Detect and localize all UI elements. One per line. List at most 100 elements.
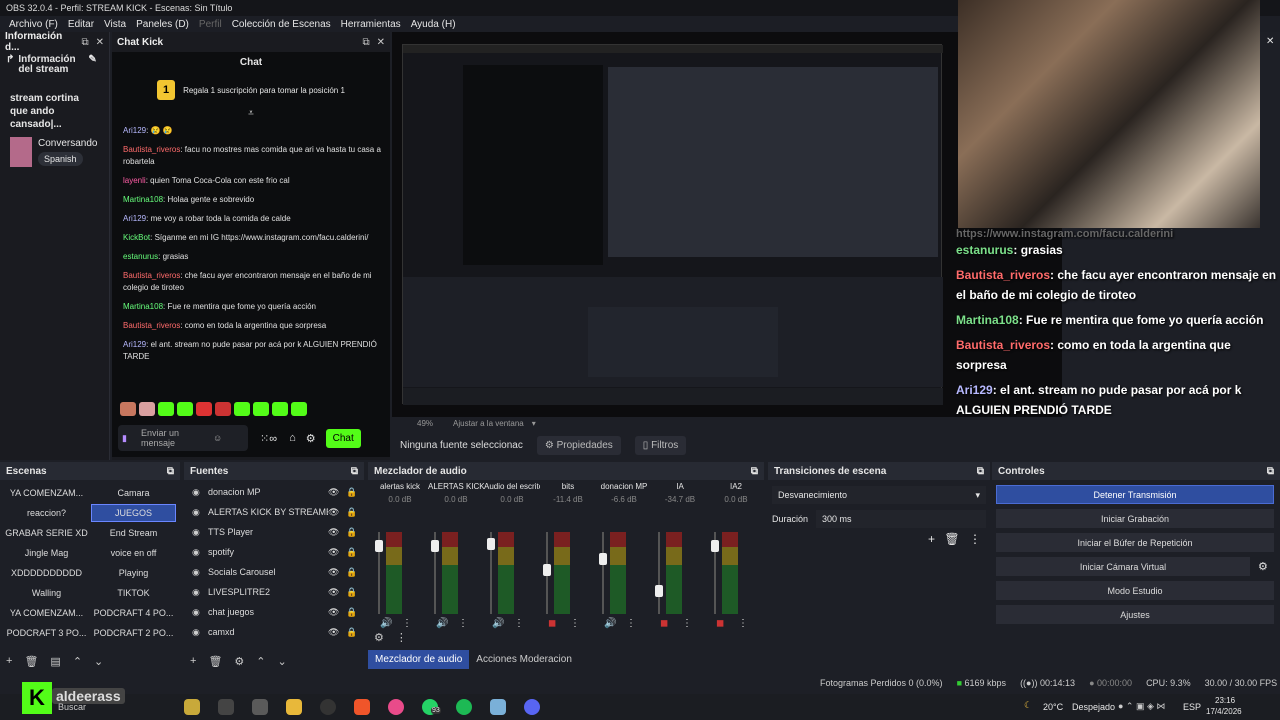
menu-item[interactable]: Archivo (F)	[9, 19, 58, 30]
clock-date[interactable]: 17/4/2026	[1206, 707, 1242, 716]
gear-icon[interactable]: ⚙	[234, 655, 244, 668]
source-item[interactable]: ◉ camxd 👁 🔒	[184, 622, 364, 642]
duration-input[interactable]: 300 ms	[816, 510, 986, 528]
transition-select[interactable]: Desvanecimiento ▾	[772, 486, 986, 504]
move-down-icon[interactable]: ⌄	[278, 655, 287, 668]
more-icon[interactable]: ⋮	[514, 618, 524, 629]
eye-icon[interactable]: 👁	[328, 527, 346, 538]
chat-username[interactable]: Ari129	[123, 340, 146, 349]
eye-icon[interactable]: 👁	[328, 627, 346, 638]
eye-icon[interactable]: 👁	[328, 567, 346, 578]
source-item[interactable]: ◉ TTS Player 👁 🔒	[184, 522, 364, 542]
menu-item[interactable]: Ayuda (H)	[411, 19, 456, 30]
scene-item[interactable]: voice en off	[91, 544, 176, 562]
emote-icon[interactable]	[272, 402, 288, 416]
chat-username[interactable]: Bautista_riveros	[123, 145, 180, 154]
speaker-icon[interactable]: ◼	[548, 618, 556, 629]
emote-icon[interactable]	[291, 402, 307, 416]
filters-button[interactable]: ▯ Filtros	[634, 435, 687, 455]
chat-username[interactable]: Martina108	[123, 195, 163, 204]
scene-item[interactable]: End Stream	[91, 524, 176, 542]
lock-icon[interactable]: 🔒	[346, 567, 364, 578]
control-button[interactable]: Iniciar el Búfer de Repetición	[996, 533, 1274, 552]
more-icon[interactable]: ⋮	[626, 618, 636, 629]
emote-icon[interactable]	[196, 402, 212, 416]
chat-username[interactable]: estanurus	[123, 252, 158, 261]
whatsapp-icon[interactable]: 93	[422, 699, 441, 715]
source-item[interactable]: ◉ donacion MP 👁 🔒	[184, 482, 364, 502]
scene-item[interactable]: XDDDDDDDDDD	[4, 564, 89, 582]
obs-icon[interactable]	[320, 699, 336, 715]
store-icon[interactable]: ⌂	[289, 432, 296, 444]
scene-item[interactable]: JUEGOS	[91, 504, 176, 522]
emote-icon[interactable]	[177, 402, 193, 416]
edit-icon[interactable]: ↱	[6, 55, 14, 75]
chat-username[interactable]: Bautista_riveros	[123, 321, 180, 330]
move-down-icon[interactable]: ⌄	[94, 655, 103, 668]
scene-item[interactable]: TIKTOK	[91, 584, 176, 602]
mixer-tab[interactable]: Mezclador de audio	[368, 649, 470, 669]
eye-icon[interactable]: 👁	[328, 607, 346, 618]
close-icon[interactable]: ✕	[96, 37, 104, 48]
app2-icon[interactable]	[490, 699, 506, 715]
eye-icon[interactable]: 👁	[328, 547, 346, 558]
scene-item[interactable]: PODCRAFT 3 PO...	[4, 624, 89, 642]
delete-icon[interactable]: 🗑	[208, 655, 222, 668]
chat-username[interactable]: layenli	[123, 176, 146, 185]
source-item[interactable]: ◉ LIVESPLITRE2 👁 🔒	[184, 582, 364, 602]
emoji-icon[interactable]: ☺	[213, 433, 222, 443]
mic-icon[interactable]: ▮	[122, 433, 127, 444]
control-button[interactable]: Iniciar Grabación	[996, 509, 1274, 528]
panel-menu-icon[interactable]: ⧉	[167, 466, 174, 477]
discord-icon[interactable]	[524, 699, 540, 715]
spotify-icon[interactable]	[456, 699, 472, 715]
more-icon[interactable]: ⋮	[570, 618, 580, 629]
scene-item[interactable]: YA COMENZAM...	[4, 484, 89, 502]
lock-icon[interactable]: 🔒	[346, 507, 364, 518]
settings-icon[interactable]: ⚙	[306, 432, 316, 445]
scene-item[interactable]: Playing	[91, 564, 176, 582]
scene-item[interactable]: PODCRAFT 2 PO...	[91, 624, 176, 642]
add-icon[interactable]: +	[928, 532, 935, 546]
lock-icon[interactable]: 🔒	[346, 487, 364, 498]
fader-knob[interactable]	[487, 537, 495, 550]
menu-item[interactable]: Paneles (D)	[136, 19, 189, 30]
scroll-down-icon[interactable]: ⩡	[112, 108, 390, 119]
menu-item[interactable]: Colección de Escenas	[232, 19, 331, 30]
clock-time[interactable]: 23:16	[1215, 696, 1235, 705]
scene-item[interactable]: PODCRAFT 4 PO...	[91, 604, 176, 622]
scene-item[interactable]: GRABAR SERIE XD	[4, 524, 89, 542]
scene-item[interactable]: Walling	[4, 584, 89, 602]
chat-username[interactable]: KickBot	[123, 233, 150, 242]
emote-icon[interactable]	[158, 402, 174, 416]
menu-item[interactable]: Editar	[68, 19, 94, 30]
speaker-icon[interactable]: 🔊	[604, 618, 616, 629]
mixer-tab[interactable]: Acciones Moderacion	[469, 650, 579, 669]
lock-icon[interactable]: 🔒	[346, 587, 364, 598]
task-view-icon[interactable]	[218, 699, 234, 715]
chat-username[interactable]: Ari129	[123, 126, 146, 135]
chevron-down-icon[interactable]: ▾	[532, 419, 536, 428]
chat-username[interactable]: Ari129	[123, 214, 146, 223]
more-icon[interactable]: ⋮	[969, 532, 981, 546]
tips-icon[interactable]: ⁙∞	[260, 432, 277, 445]
emote-icon[interactable]	[139, 402, 155, 416]
filter-icon[interactable]: ▤	[50, 655, 60, 668]
control-button[interactable]: Iniciar Cámara Virtual	[996, 557, 1250, 576]
panel-menu-icon[interactable]: ⧉	[1267, 466, 1274, 477]
scene-item[interactable]: YA COMENZAM...	[4, 604, 89, 622]
menu-item[interactable]: Perfil	[199, 19, 222, 30]
fader-knob[interactable]	[599, 553, 607, 565]
zoom-fit[interactable]: Ajustar a la ventana	[453, 419, 524, 428]
volume-fader[interactable]	[602, 532, 604, 614]
scene-item[interactable]: Camara	[91, 484, 176, 502]
lock-icon[interactable]: 🔒	[346, 627, 364, 638]
move-up-icon[interactable]: ⌃	[73, 655, 82, 668]
float-icon[interactable]: ⧉	[81, 37, 88, 48]
panel-menu-icon[interactable]: ⧉	[751, 466, 758, 477]
more-icon[interactable]: ⋮	[458, 618, 468, 629]
fader-knob[interactable]	[655, 584, 663, 597]
fader-knob[interactable]	[375, 540, 383, 553]
lock-icon[interactable]: 🔒	[346, 527, 364, 538]
folder-icon[interactable]	[286, 699, 302, 715]
